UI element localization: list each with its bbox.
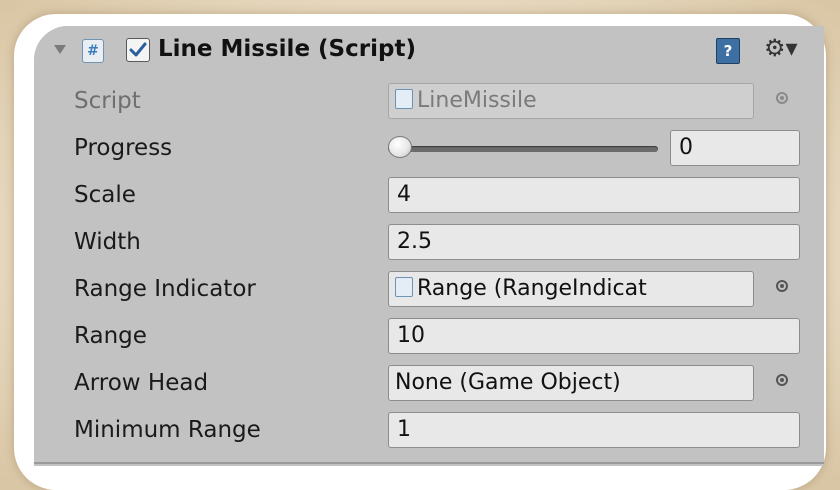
range-indicator-row: Range Indicator Range (RangeIndicat [34,266,824,314]
arrow-head-picker-icon[interactable] [776,374,788,386]
script-picker-icon [776,92,788,104]
arrow-head-row: Arrow Head None (Game Object) [34,360,824,408]
scale-label: Scale [74,182,136,208]
script-field: LineMissile [388,83,754,119]
width-label: Width [74,229,141,255]
width-row: Width 2.5 [34,219,824,267]
progress-slider-thumb[interactable] [388,136,412,158]
minimum-range-row: Minimum Range 1 [34,407,824,455]
range-indicator-label: Range Indicator [74,276,256,302]
component-enabled-checkbox[interactable] [126,38,150,62]
arrow-head-field[interactable]: None (Game Object) [388,365,754,401]
component-header: # Line Missile (Script) ? ⚙▾ [34,26,824,78]
component-title: Line Missile (Script) [158,36,416,62]
component-ref-icon [395,277,413,297]
scale-input[interactable]: 4 [388,177,800,213]
range-indicator-field[interactable]: Range (RangeIndicat [388,271,754,307]
help-book-icon[interactable]: ? [716,38,740,64]
csharp-script-icon: # [82,39,104,63]
script-row: Script LineMissile [34,78,824,126]
gear-icon[interactable]: ⚙▾ [764,34,798,62]
arrow-head-label: Arrow Head [74,370,209,396]
progress-row: Progress 0 [34,125,824,173]
scale-row: Scale 4 [34,172,824,220]
range-indicator-picker-icon[interactable] [776,280,788,292]
range-row: Range 10 [34,313,824,361]
script-label: Script [74,88,141,114]
minimum-range-input[interactable]: 1 [388,412,800,448]
progress-label: Progress [74,135,173,161]
script-asset-icon [395,89,413,109]
panel-bottom-divider [34,462,824,464]
progress-input[interactable]: 0 [670,130,800,166]
width-input[interactable]: 2.5 [388,224,800,260]
script-value: LineMissile [417,88,537,113]
range-indicator-value: Range (RangeIndicat [417,276,647,301]
range-input[interactable]: 10 [388,318,800,354]
progress-slider-track[interactable] [388,146,658,152]
range-label: Range [74,323,147,349]
inspector-component-panel: # Line Missile (Script) ? ⚙▾ Script Line… [34,26,824,466]
foldout-triangle-icon[interactable] [54,45,66,54]
minimum-range-label: Minimum Range [74,417,261,443]
checkmark-icon [129,42,147,57]
